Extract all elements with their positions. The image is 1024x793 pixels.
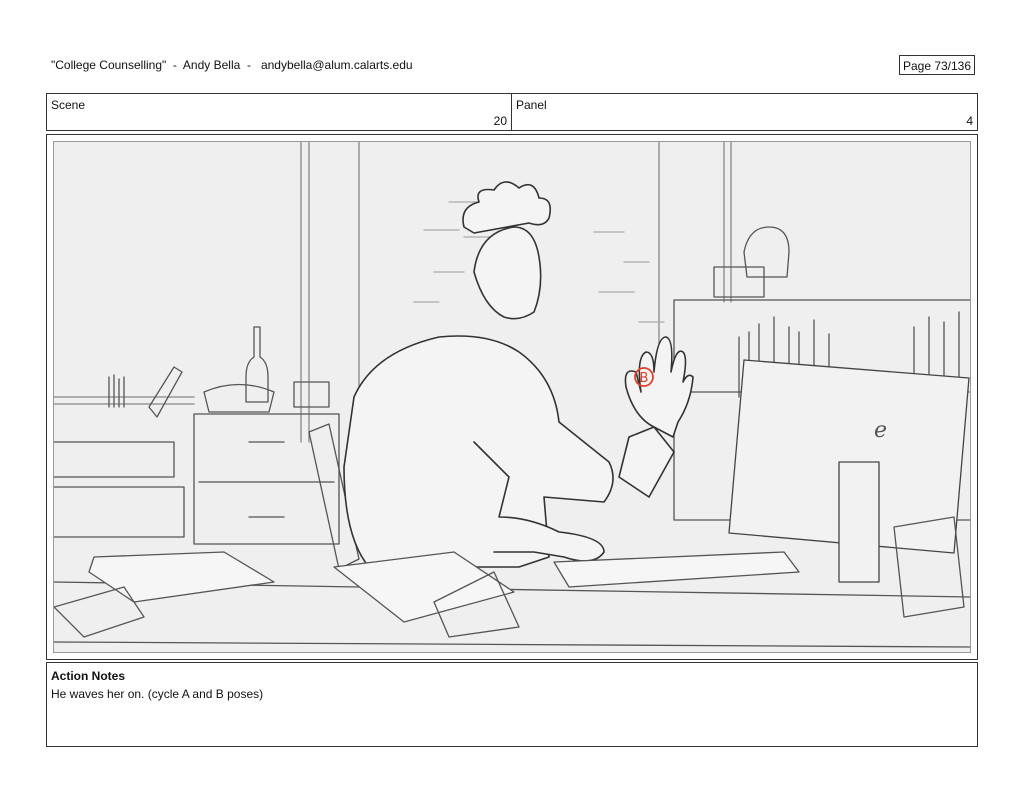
computer-monitor: e [728,359,970,583]
page-number: Page 73/136 [899,55,975,75]
storyboard-frame: B e [46,134,978,660]
sketch-drawing: B e [54,142,970,648]
action-notes-title: Action Notes [51,669,126,683]
panel-field: Panel 4 [511,93,978,131]
document-header-title: "College Counselling" - Andy Bella - and… [51,58,413,72]
panel-number: 4 [966,114,973,128]
scene-number: 20 [493,114,507,128]
storyboard-sketch: B e [53,141,971,653]
scene-field: Scene 20 [46,93,512,131]
scene-label: Scene [51,98,86,112]
action-notes: Action Notes He waves her on. (cycle A a… [46,662,978,747]
monitor-logo-icon: e [874,418,887,443]
action-notes-text: He waves her on. (cycle A and B poses) [51,687,264,701]
panel-label: Panel [516,98,547,112]
side-cabinet [54,326,340,545]
annotation-letter: B [640,371,649,386]
